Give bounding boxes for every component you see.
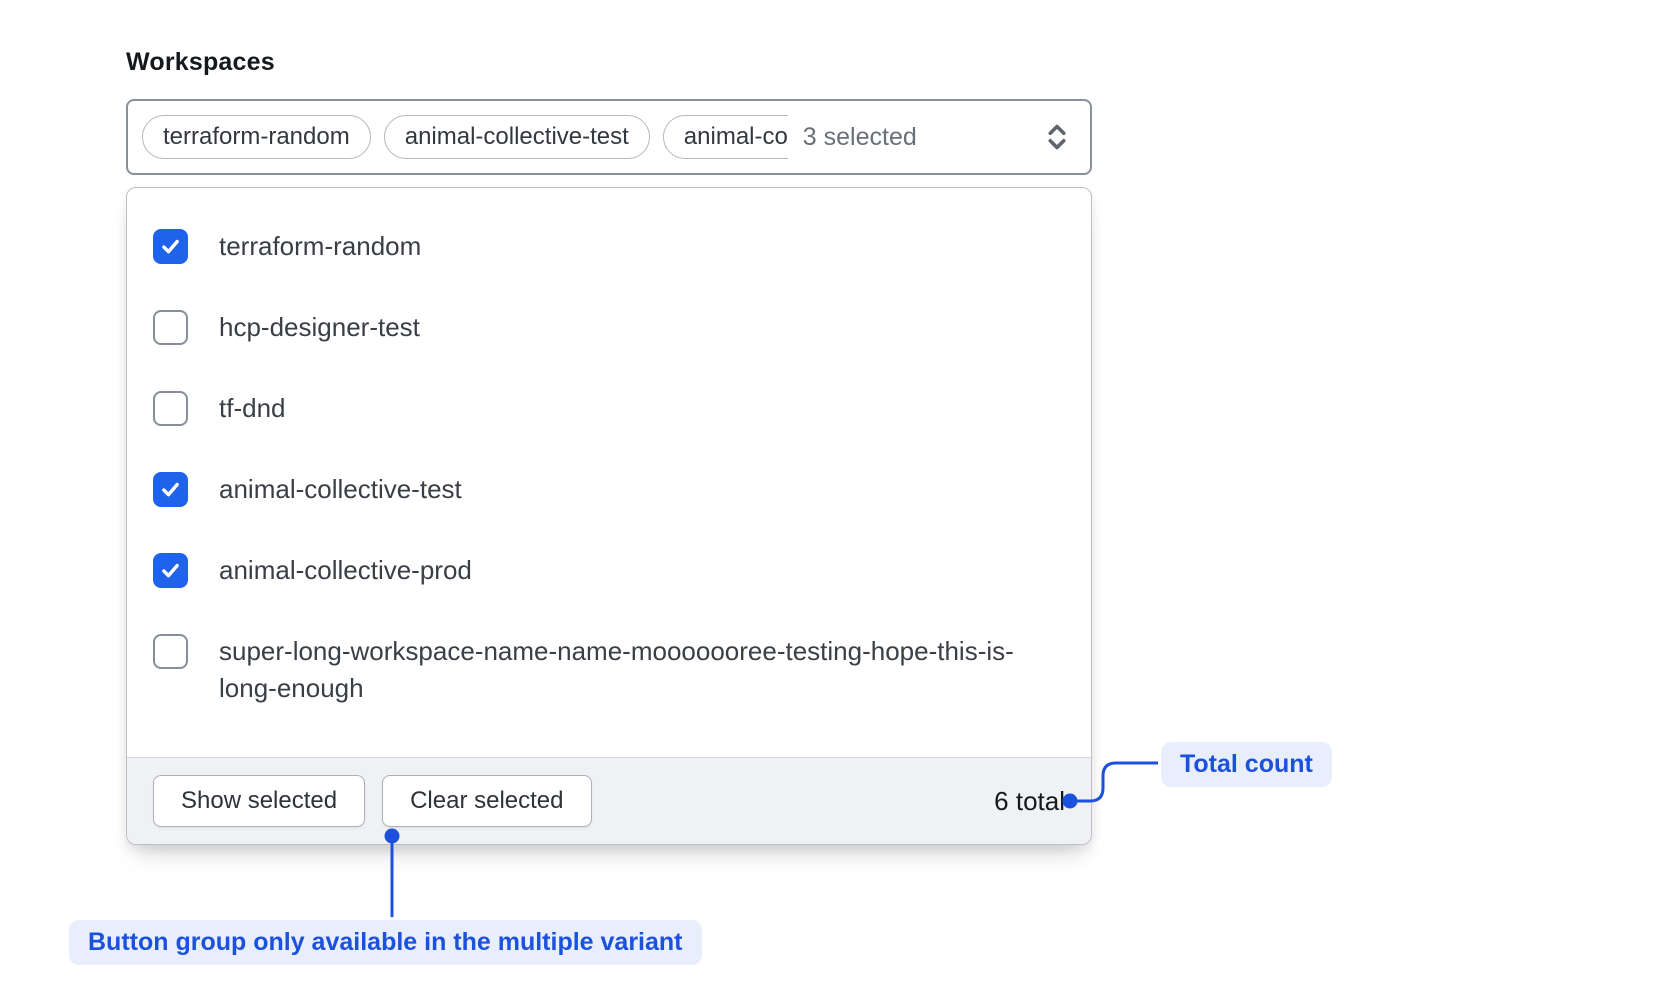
selected-tag: animal-collective-test (384, 115, 650, 159)
option-label: super-long-workspace-name-name-moooooore… (219, 633, 1019, 707)
checkbox-checked[interactable] (153, 472, 188, 507)
option-row[interactable]: super-long-workspace-name-name-moooooore… (153, 611, 1065, 729)
unfold-more-icon (1042, 120, 1072, 154)
option-row[interactable]: animal-collective-test (153, 449, 1065, 530)
clear-selected-button[interactable]: Clear selected (382, 775, 591, 827)
option-row[interactable]: hcp-designer-test (153, 287, 1065, 368)
workspaces-multiselect-demo: Workspaces terraform-random animal-colle… (0, 0, 1672, 1008)
multiselect-trigger[interactable]: terraform-random animal-collective-test … (126, 99, 1092, 175)
option-label: terraform-random (219, 228, 421, 265)
show-selected-button[interactable]: Show selected (153, 775, 365, 827)
annotation-total-count: Total count (1161, 742, 1332, 787)
selected-tag: terraform-random (142, 115, 371, 159)
selected-tag-clipped: animal-collective-prod (663, 115, 788, 159)
total-count-label: 6 total (994, 786, 1065, 817)
option-label: animal-collective-test (219, 471, 462, 508)
checkbox-unchecked[interactable] (153, 310, 188, 345)
dropdown-footer: Show selected Clear selected 6 total (127, 757, 1091, 844)
option-label: animal-collective-prod (219, 552, 472, 589)
checkbox-unchecked[interactable] (153, 634, 188, 669)
annotation-button-group: Button group only available in the multi… (69, 920, 702, 965)
checkbox-checked[interactable] (153, 553, 188, 588)
option-label: hcp-designer-test (219, 309, 420, 346)
options-list: terraform-random hcp-designer-test tf-dnd a… (127, 188, 1091, 757)
option-row[interactable]: tf-dnd (153, 368, 1065, 449)
multiselect-dropdown: terraform-random hcp-designer-test tf-dnd a… (126, 187, 1092, 845)
selected-count-label: 3 selected (803, 123, 917, 152)
field-label: Workspaces (126, 48, 275, 77)
selected-tag-clipped-wrapper: animal-collective-prod (663, 115, 788, 159)
option-row[interactable]: terraform-random (153, 206, 1065, 287)
checkbox-unchecked[interactable] (153, 391, 188, 426)
checkbox-checked[interactable] (153, 229, 188, 264)
option-label: tf-dnd (219, 390, 286, 427)
option-row[interactable]: animal-collective-prod (153, 530, 1065, 611)
